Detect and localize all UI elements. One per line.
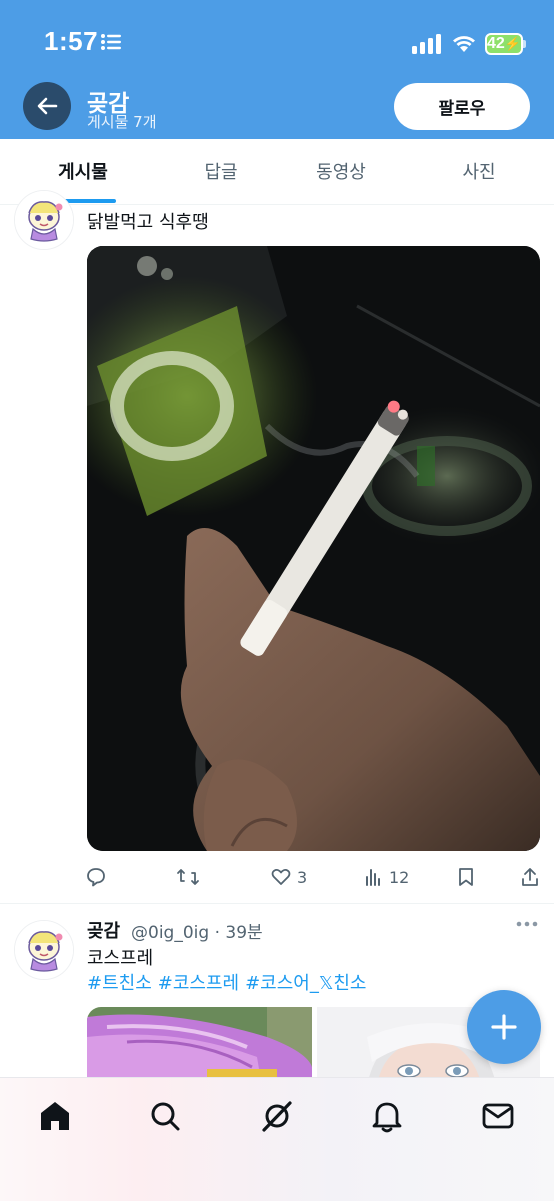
- profile-tabs: 게시물 답글 동영상 사진: [0, 139, 554, 205]
- messages-icon: [482, 1103, 514, 1129]
- list-icon: [101, 34, 121, 50]
- retweet-button[interactable]: [176, 862, 200, 892]
- like-count: 3: [297, 867, 308, 887]
- cellular-signal-icon: [412, 34, 441, 54]
- nav-home[interactable]: [35, 1096, 75, 1136]
- like-button[interactable]: 3: [271, 862, 307, 892]
- tweet-actions: 3 12: [0, 862, 554, 892]
- follow-button[interactable]: 팔로우: [394, 83, 530, 130]
- nav-search[interactable]: [145, 1096, 185, 1136]
- cosplay-purple-wig-photo: [87, 1007, 312, 1087]
- nav-grok[interactable]: [257, 1096, 297, 1136]
- tweet-text: 코스프레: [87, 948, 154, 969]
- plus-icon: [491, 1014, 517, 1040]
- profile-header: 1:57 42 ⚡ 곶감 게시물 7개 팔로우: [0, 0, 554, 139]
- tab-photos[interactable]: 사진: [396, 139, 554, 203]
- reply-button[interactable]: [86, 862, 106, 892]
- bottom-navigation-bar: [0, 1077, 554, 1201]
- battery-tip: [523, 40, 526, 48]
- tweet-photo[interactable]: [87, 246, 540, 851]
- search-icon: [151, 1102, 180, 1131]
- home-icon: [41, 1102, 69, 1130]
- status-bar: 1:57 42 ⚡: [0, 0, 554, 80]
- battery-level: 42: [487, 35, 505, 52]
- notifications-icon: [372, 1102, 402, 1133]
- hashtag-link[interactable]: #코스어_𝕏친소: [245, 973, 366, 994]
- share-icon: [522, 868, 538, 886]
- compose-post-button[interactable]: [467, 990, 541, 1064]
- views-chart-icon: [366, 869, 380, 886]
- author-name[interactable]: 곶감: [87, 917, 120, 943]
- bookmark-icon: [459, 868, 473, 886]
- heart-icon: [271, 868, 291, 885]
- grok-icon: [262, 1101, 292, 1132]
- post-divider: [0, 903, 554, 904]
- mascot-avatar-icon: [15, 921, 73, 979]
- retweet-icon: [177, 869, 199, 885]
- views-button[interactable]: 12: [365, 862, 409, 892]
- view-count: 12: [389, 867, 410, 887]
- hashtag-link[interactable]: #코스프레: [158, 973, 239, 994]
- wifi-icon: [453, 36, 475, 52]
- battery-indicator: 42 ⚡: [485, 33, 523, 55]
- cigarette-photo-illustration: [87, 246, 540, 851]
- bookmark-button[interactable]: [457, 862, 475, 892]
- tweet-photo[interactable]: [87, 1007, 312, 1087]
- share-button[interactable]: [520, 862, 540, 892]
- status-time: 1:57: [44, 26, 99, 56]
- reply-icon: [87, 868, 105, 887]
- hashtag-link[interactable]: #트친소: [87, 973, 152, 994]
- nav-notifications[interactable]: [367, 1096, 407, 1136]
- nav-messages[interactable]: [478, 1096, 518, 1136]
- arrow-left-icon: [37, 97, 58, 115]
- avatar[interactable]: [14, 190, 74, 250]
- post-count: 게시물 7개: [87, 113, 157, 131]
- hashtag-row: #트친소 #코스프레 #코스어_𝕏친소: [87, 969, 372, 995]
- avatar[interactable]: [14, 920, 74, 980]
- tweet-text: 닭발먹고 식후땡: [87, 212, 209, 233]
- author-handle-timestamp: @0ig_0ig · 39분: [131, 923, 263, 943]
- more-options-icon[interactable]: [516, 920, 538, 928]
- mascot-avatar-icon: [15, 191, 73, 249]
- back-button[interactable]: [23, 82, 71, 130]
